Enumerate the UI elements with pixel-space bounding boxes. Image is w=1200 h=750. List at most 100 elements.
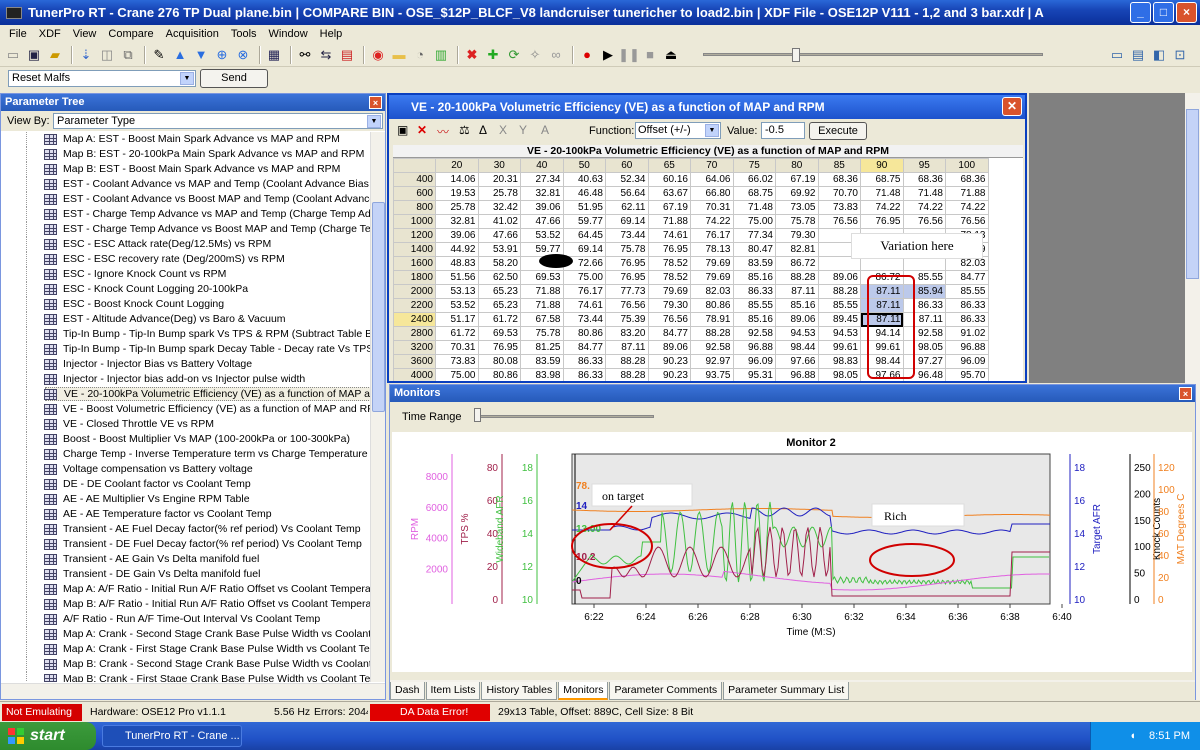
play-icon[interactable]: ▶ [599,46,617,64]
table-cell[interactable]: 74.61 [562,298,606,313]
tab-dash[interactable]: Dash [390,682,425,700]
table-cell[interactable]: 73.83 [817,200,861,215]
table-cell[interactable]: 46.48 [562,186,606,201]
tree-item[interactable]: Tip-In Bump - Tip-In Bump spark Vs TPS &… [1,327,371,342]
column-header[interactable]: 65 [647,158,691,173]
table-cell[interactable]: 88.28 [690,326,734,341]
help-icon[interactable]: ⊡ [1171,46,1189,64]
up-arrow-icon[interactable]: ▲ [171,46,189,64]
table-cell[interactable]: 59.77 [562,214,606,229]
volume-icon[interactable]: ◖ [1129,730,1136,742]
view-by-dropdown[interactable]: Parameter Type ▼ [53,113,383,129]
row-header[interactable]: 1600 [393,256,436,271]
tab-parameter-comments[interactable]: Parameter Comments [609,682,723,700]
tree-item[interactable]: Tip-In Bump - Tip-In Bump spark Decay Ta… [1,342,371,357]
table-cell[interactable]: 84.77 [945,270,989,285]
table-cell[interactable]: 68.36 [902,172,946,187]
table-cell[interactable]: 67.19 [775,172,819,187]
tree-item[interactable]: ESC - Ignore Knock Count vs RPM [1,267,371,282]
table-cell[interactable]: 80.86 [690,298,734,313]
swap-icon[interactable]: ⇆ [317,46,335,64]
table-cell[interactable]: 68.36 [817,172,861,187]
start-button[interactable]: start [0,722,96,750]
table-cell[interactable]: 97.66 [775,354,819,369]
table-cell[interactable]: 39.06 [435,228,479,243]
table-cell[interactable]: 75.78 [775,214,819,229]
record-icon[interactable]: ◉ [369,46,387,64]
table-cell[interactable]: 83.98 [520,368,564,381]
tree-item[interactable]: Map B: EST - Boost Main Spark Advance vs… [1,162,371,177]
table-cell[interactable]: 70.31 [435,340,479,355]
layout-2-icon[interactable]: ▤ [1129,46,1147,64]
taskbar-app-button[interactable]: TunerPro RT - Crane ... [102,725,242,747]
table-cell[interactable]: 58.20 [477,256,521,271]
table-cell[interactable]: 20.31 [477,172,521,187]
menu-file[interactable]: File [3,28,33,40]
table-cell[interactable]: 53.91 [477,242,521,257]
table-cell[interactable]: 92.58 [690,340,734,355]
table-cell[interactable]: 76.95 [647,242,691,257]
tab-monitors[interactable]: Monitors [558,682,609,700]
table-cell[interactable]: 75.00 [562,270,606,285]
table-cell[interactable]: 66.02 [732,172,776,187]
tree-item[interactable]: Charge Temp - Inverse Temperature term v… [1,447,371,462]
table-cell[interactable]: 83.59 [732,256,776,271]
tab-history-tables[interactable]: History Tables [481,682,558,700]
row-header[interactable]: 3200 [393,340,436,355]
table-cell[interactable]: 95.70 [945,368,989,381]
row-header[interactable]: 2400 [393,312,436,327]
table-cell[interactable]: 88.28 [817,284,861,299]
row-header[interactable]: 4000 [393,368,436,381]
save-icon[interactable]: ▣ [397,123,408,137]
table-cell[interactable]: 86.33 [732,284,776,299]
table-cell[interactable]: 51.17 [435,312,479,327]
tree-item[interactable]: Injector - Injector Bias vs Battery Volt… [1,357,371,372]
table-cell[interactable]: 87.11 [775,284,819,299]
table-cell[interactable]: 67.19 [647,200,691,215]
table-cell[interactable]: 25.78 [435,200,479,215]
table-cell[interactable]: 66.80 [690,186,734,201]
table-icon[interactable]: ▤ [338,46,356,64]
table-cell[interactable]: 94.53 [817,326,861,341]
table-cell[interactable]: 51.95 [562,200,606,215]
table-cell[interactable]: 91.02 [945,326,989,341]
wrench-icon[interactable]: ✧ [526,46,544,64]
table-cell[interactable]: 65.23 [477,284,521,299]
close-x-icon[interactable]: ✕ [417,123,427,137]
table-cell[interactable]: 40.63 [562,172,606,187]
table-cell[interactable]: 69.53 [477,326,521,341]
table-cell[interactable]: 88.28 [605,354,649,369]
table-cell[interactable]: 79.69 [690,270,734,285]
add-icon[interactable]: ✚ [484,46,502,64]
table-cell[interactable]: 90.23 [647,368,691,381]
table-cell[interactable]: 73.44 [605,228,649,243]
table-cell[interactable]: 62.11 [605,200,649,215]
table-cell[interactable]: 78.52 [647,270,691,285]
text-a-icon[interactable]: A [541,123,549,137]
table-cell[interactable]: 52.34 [605,172,649,187]
tree-item[interactable]: VE - Boost Volumetric Efficiency (VE) as… [1,402,371,417]
table-cell[interactable]: 83.20 [605,326,649,341]
menu-compare[interactable]: Compare [102,28,159,40]
table-cell[interactable]: 69.14 [562,242,606,257]
tree-item[interactable]: Transient - AE Gain Vs Delta manifold fu… [1,552,371,567]
graph-icon[interactable]: 〰 [437,123,449,140]
close-button[interactable]: × [1176,2,1197,23]
tree-item[interactable]: EST - Charge Temp Advance vs MAP and Tem… [1,207,371,222]
table-cell[interactable]: 81.25 [520,340,564,355]
table-cell[interactable]: 85.55 [945,284,989,299]
table-cell[interactable]: 75.78 [520,326,564,341]
delta-icon[interactable]: Δ [479,123,487,137]
table-cell[interactable]: 80.86 [562,326,606,341]
tree-vertical-scrollbar[interactable] [370,132,385,682]
table-cell[interactable]: 74.22 [860,200,904,215]
tree-item[interactable]: EST - Altitude Advance(Deg) vs Baro & Va… [1,312,371,327]
column-header[interactable]: 70 [690,158,734,173]
table-cell[interactable]: 86.72 [775,256,819,271]
tree-item[interactable]: Map A: EST - Boost Main Spark Advance vs… [1,132,371,147]
table-cell[interactable]: 69.92 [775,186,819,201]
tree-item[interactable]: Transient - DE Gain Vs Delta manifold fu… [1,567,371,582]
table-cell[interactable]: 99.61 [817,340,861,355]
tree-item[interactable]: DE - DE Coolant factor vs Coolant Temp [1,477,371,492]
table-cell[interactable]: 71.88 [647,214,691,229]
